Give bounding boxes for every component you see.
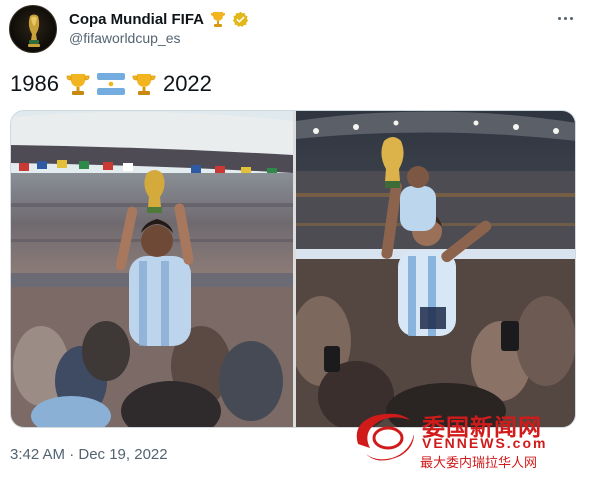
- watermark-url: VENNEWS.com: [422, 435, 548, 451]
- more-options-icon[interactable]: [553, 8, 577, 28]
- dot: [563, 16, 567, 20]
- tweet-card: Copa Mundial FIFA @fifaworldcup_es 1986: [0, 0, 589, 477]
- argentina-flag-icon: [96, 73, 125, 95]
- stadium-1986-image: [11, 111, 293, 427]
- display-name[interactable]: Copa Mundial FIFA: [69, 11, 204, 28]
- messi-2022-photo[interactable]: [296, 111, 575, 427]
- author-handle[interactable]: @fifaworldcup_es: [69, 30, 181, 46]
- dot: [569, 16, 573, 20]
- tweet-text: 1986 2022: [10, 68, 212, 100]
- avatar[interactable]: [9, 5, 57, 53]
- verified-badge-icon[interactable]: [232, 11, 249, 28]
- year-end: 2022: [162, 71, 212, 96]
- watermark: 委国新闻网 VENNEWS.com 最大委内瑞拉华人网: [348, 404, 584, 474]
- stadium-2022-image: [296, 111, 575, 427]
- trophy-icon: [211, 12, 225, 27]
- maradona-1986-photo[interactable]: [11, 111, 293, 427]
- tweet-media[interactable]: [10, 110, 576, 428]
- year-start: 1986: [10, 71, 59, 96]
- watermark-subtitle: 最大委内瑞拉华人网: [420, 456, 538, 471]
- tweet-timestamp[interactable]: 3:42 AM · Dec 19, 2022: [10, 446, 168, 463]
- trophy-icon: [66, 74, 90, 95]
- watermark-swoosh-logo: [356, 413, 414, 461]
- trophy-logo-icon: [28, 14, 40, 47]
- dot: [557, 16, 561, 20]
- author-name-row: Copa Mundial FIFA: [69, 9, 249, 29]
- trophy-icon: [132, 74, 156, 95]
